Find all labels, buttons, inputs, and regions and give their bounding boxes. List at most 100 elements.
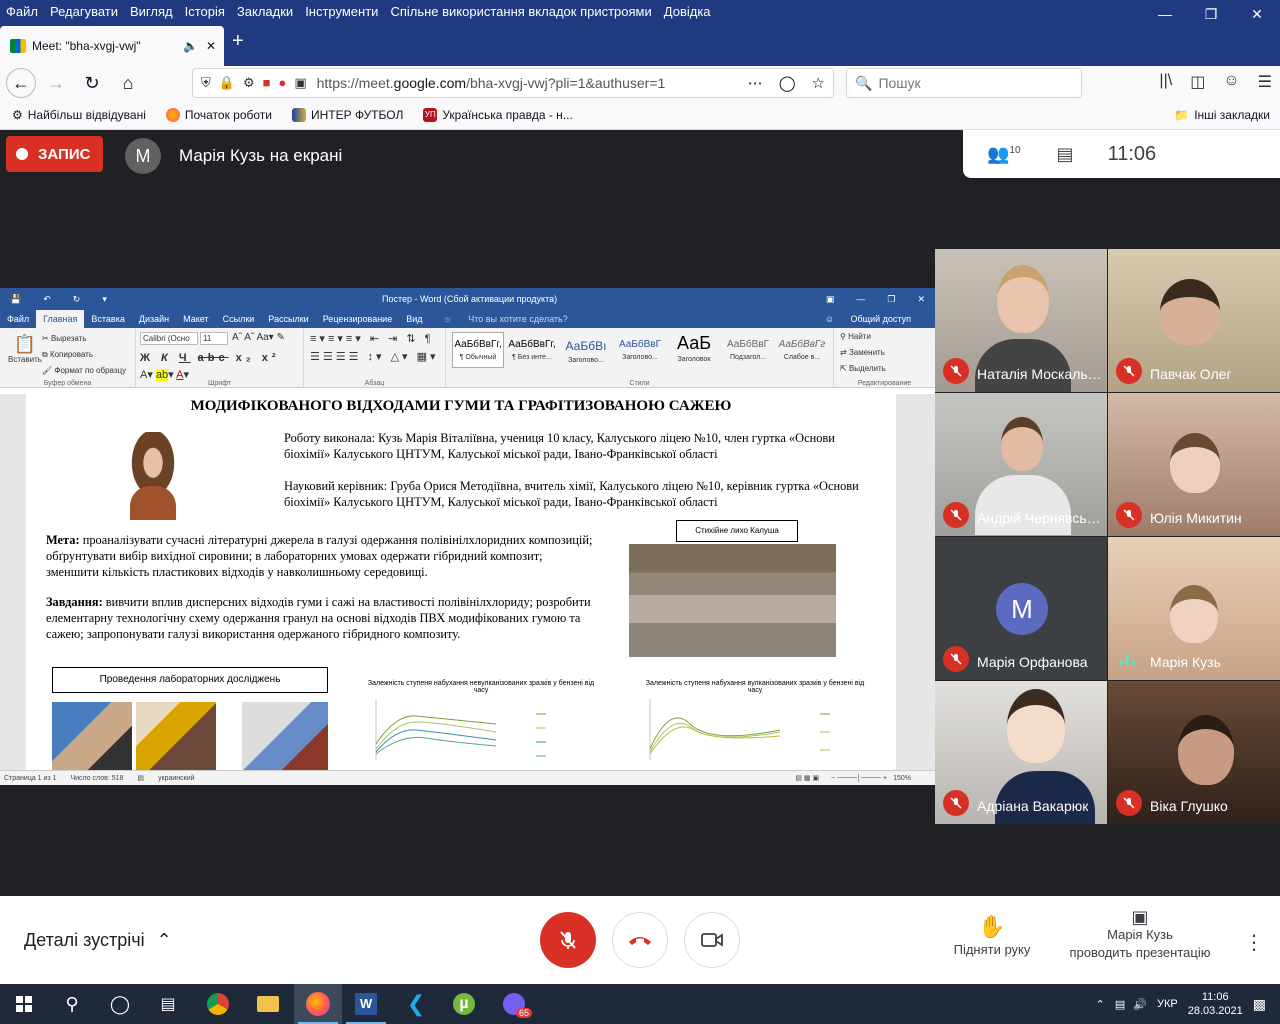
participant-tile[interactable]: Андрій Чернявсь… <box>935 393 1107 536</box>
tab-review[interactable]: Рецензирование <box>316 310 400 328</box>
mic-toggle-button[interactable] <box>540 912 596 968</box>
save-icon[interactable]: 💾 <box>10 294 21 305</box>
raise-hand-button[interactable]: ✋ Підняти руку <box>940 914 1044 957</box>
pocket-icon[interactable]: ◯ <box>779 74 796 92</box>
vscode-taskbar-icon[interactable]: ❮ <box>392 984 440 1024</box>
bookmark-star-icon[interactable]: ☆ <box>812 74 825 92</box>
status-words[interactable]: Число слов: 518 <box>70 775 123 782</box>
document-area[interactable]: МОДИФІКОВАНОГО ВІДХОДАМИ ГУМИ ТА ГРАФІТИ… <box>0 394 935 770</box>
menu-view[interactable]: Вигляд <box>124 4 179 19</box>
viber-taskbar-icon[interactable]: 65 <box>490 984 538 1024</box>
copy-button[interactable]: ⧉ Копировать <box>42 350 93 360</box>
tab-mailings[interactable]: Рассылки <box>261 310 315 328</box>
menu-edit[interactable]: Редагувати <box>44 4 124 19</box>
tab-view[interactable]: Вид <box>399 310 429 328</box>
account-icon[interactable]: ☺ <box>1223 72 1239 92</box>
document-page[interactable]: МОДИФІКОВАНОГО ВІДХОДАМИ ГУМИ ТА ГРАФІТИ… <box>26 394 896 770</box>
notifications-icon[interactable]: ▩ <box>1253 996 1266 1013</box>
tab-references[interactable]: Ссылки <box>216 310 262 328</box>
tab-file[interactable]: Файл <box>0 310 36 328</box>
style-normal[interactable]: АаБбВвГг, ¶ Обычный <box>452 332 504 368</box>
word-taskbar-icon[interactable]: W <box>342 984 390 1024</box>
screen-share-icon[interactable]: ▣ <box>294 75 306 91</box>
language-indicator[interactable]: УКР <box>1157 998 1178 1010</box>
tab-meet[interactable]: Meet: "bha-xvgj-vwj" 🔈 ✕ <box>0 26 224 66</box>
participant-tile[interactable]: Юлія Микитин <box>1108 393 1280 536</box>
word-minimize-icon[interactable]: — <box>856 294 865 305</box>
customize-icon[interactable]: ▾ <box>102 294 107 305</box>
url-bar[interactable]: ⛨ 🔒 ⚙ ■ ● ▣ https://meet.google.com/bha-… <box>192 68 834 98</box>
style-heading2[interactable]: АаБбВвГ Заголово... <box>614 332 666 368</box>
paste-button[interactable]: 📋 Вставить <box>8 334 42 364</box>
task-view-icon[interactable]: ▤ <box>144 984 192 1024</box>
status-zoom[interactable]: ▤ ▦ ▣ − ────│──── + 150% <box>791 774 921 782</box>
menu-file[interactable]: Файл <box>0 4 44 19</box>
lock-icon[interactable]: 🔒 <box>219 75 235 91</box>
bookmark-most-visited[interactable]: ⚙ Найбільш відвідувані <box>12 108 146 122</box>
tab-layout[interactable]: Макет <box>176 310 215 328</box>
bookmark-other[interactable]: 📁 Інші закладки <box>1174 108 1270 122</box>
cortana-icon[interactable]: ◯ <box>96 984 144 1024</box>
tab-close-icon[interactable]: ✕ <box>206 39 216 53</box>
menu-sync-tabs[interactable]: Спільне використання вкладок пристроями <box>384 4 657 19</box>
undo-icon[interactable]: ↶ <box>43 294 51 305</box>
search-input[interactable]: 🔍 Пошук <box>846 68 1082 98</box>
recording-indicator[interactable]: ЗАПИС <box>6 136 103 172</box>
font-size-controls[interactable]: Aˆ Aˇ Aa▾ ✎ <box>232 332 285 343</box>
firefox-taskbar-icon[interactable] <box>294 984 342 1024</box>
status-language[interactable]: украинский <box>158 775 195 782</box>
bookmark-getting-started[interactable]: Початок роботи <box>165 107 272 122</box>
search-taskbar-icon[interactable]: ⚲ <box>48 984 96 1024</box>
menu-help[interactable]: Довідка <box>658 4 717 19</box>
participant-tile[interactable]: Наталія Москаль… <box>935 249 1107 392</box>
menu-history[interactable]: Історія <box>179 4 231 19</box>
more-options-icon[interactable]: ⋮ <box>1244 930 1264 955</box>
style-subtle-emphasis[interactable]: АаБбВвГг Слабое в... <box>776 332 828 368</box>
view-icons[interactable]: ▤ ▦ ▣ <box>795 775 821 782</box>
font-size-select[interactable]: 11 <box>200 332 228 345</box>
people-button[interactable]: 👥10 <box>987 144 1021 165</box>
style-title[interactable]: АаБ Заголовок <box>668 332 720 368</box>
utorrent-taskbar-icon[interactable]: µ <box>440 984 488 1024</box>
bookmark-inter-football[interactable]: ИНТЕР ФУТБОЛ <box>292 107 403 122</box>
replace-button[interactable]: ⇄ Заменить <box>840 348 885 357</box>
ribbon-display-icon[interactable]: ▣ <box>826 294 835 305</box>
meeting-details-button[interactable]: Деталі зустрічі ⌃ <box>24 930 172 951</box>
forward-icon[interactable]: → <box>40 68 72 98</box>
reload-icon[interactable]: ↻ <box>76 68 108 98</box>
home-icon[interactable]: ⌂ <box>112 68 144 98</box>
word-maximize-icon[interactable]: ❐ <box>887 294 895 305</box>
permissions-icon[interactable]: ⚙ <box>243 75 255 91</box>
select-button[interactable]: ⇱ Выделить <box>840 364 886 373</box>
format-painter-button[interactable]: 🖌 Формат по образцу <box>42 366 126 375</box>
cut-button[interactable]: ✂ Вырезать <box>42 334 87 343</box>
new-tab-icon[interactable]: + <box>232 30 244 53</box>
tell-me[interactable]: ☼ Что вы хотите сделать? <box>430 310 582 328</box>
library-icon[interactable]: ||\ <box>1159 72 1172 92</box>
find-button[interactable]: ⚲ Найти <box>840 332 871 341</box>
shield-icon[interactable]: ⛨ <box>201 75 211 91</box>
presentation-status-button[interactable]: ▣ Марія Кузь проводить презентацію <box>1060 908 1220 962</box>
camera-toggle-button[interactable] <box>684 912 740 968</box>
tray-chevron-icon[interactable]: ⌃ <box>1096 998 1105 1011</box>
style-subtitle[interactable]: АаБбВвГ Подзагол... <box>722 332 774 368</box>
speaker-icon[interactable]: 🔈 <box>183 39 198 53</box>
font-name-select[interactable]: Calibri (Осно <box>140 332 198 345</box>
redo-icon[interactable]: ↻ <box>73 294 81 305</box>
sidebar-icon[interactable]: ◫ <box>1190 72 1205 92</box>
align-buttons[interactable]: ☰☰☰☰ ↕▾ △▾ ▦▾ <box>310 350 439 363</box>
participant-tile[interactable]: Віка Глушко <box>1108 681 1280 824</box>
list-buttons[interactable]: ≡▾≡▾≡▾ ⇤ ⇥ ⇅ ¶ <box>310 332 434 345</box>
word-close-icon[interactable]: ✕ <box>917 294 925 305</box>
participant-tile[interactable]: M Марія Орфанова <box>935 537 1107 680</box>
participant-tile[interactable]: Марія Кузь <box>1108 537 1280 680</box>
mic-icon[interactable]: ● <box>278 75 286 91</box>
style-heading1[interactable]: АаБбВı Заголово... <box>560 332 612 368</box>
camera-icon[interactable]: ■ <box>263 75 271 91</box>
share-button[interactable]: ☺ Общий доступ <box>811 310 925 328</box>
taskbar-clock[interactable]: 11:06 28.03.2021 <box>1188 990 1243 1018</box>
hamburger-menu-icon[interactable]: ☰ <box>1258 72 1272 92</box>
page-actions-icon[interactable]: ⋯ <box>748 74 763 92</box>
tab-home[interactable]: Главная <box>36 310 85 328</box>
tab-design[interactable]: Дизайн <box>132 310 176 328</box>
